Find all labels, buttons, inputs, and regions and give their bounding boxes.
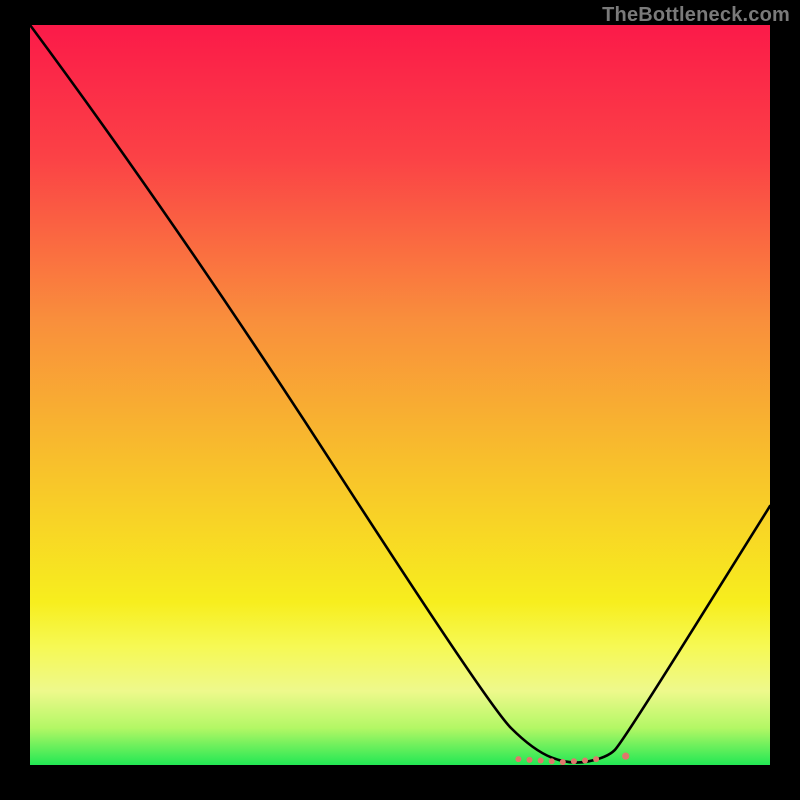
chart-stage: TheBottleneck.com [0, 0, 800, 800]
watermark-label: TheBottleneck.com [602, 4, 790, 27]
marker-dot [538, 758, 544, 764]
marker-dot [527, 757, 533, 763]
marker-dot [549, 758, 555, 764]
minimum-markers [515, 753, 629, 765]
marker-dot [560, 759, 566, 765]
plot-area [30, 25, 770, 765]
marker-dot [571, 758, 577, 764]
curve-layer [30, 25, 770, 765]
marker-dot [593, 756, 599, 762]
marker-dot [622, 753, 629, 760]
marker-dot [515, 756, 521, 762]
marker-dot [582, 758, 588, 764]
bottleneck-curve-path [30, 25, 770, 763]
